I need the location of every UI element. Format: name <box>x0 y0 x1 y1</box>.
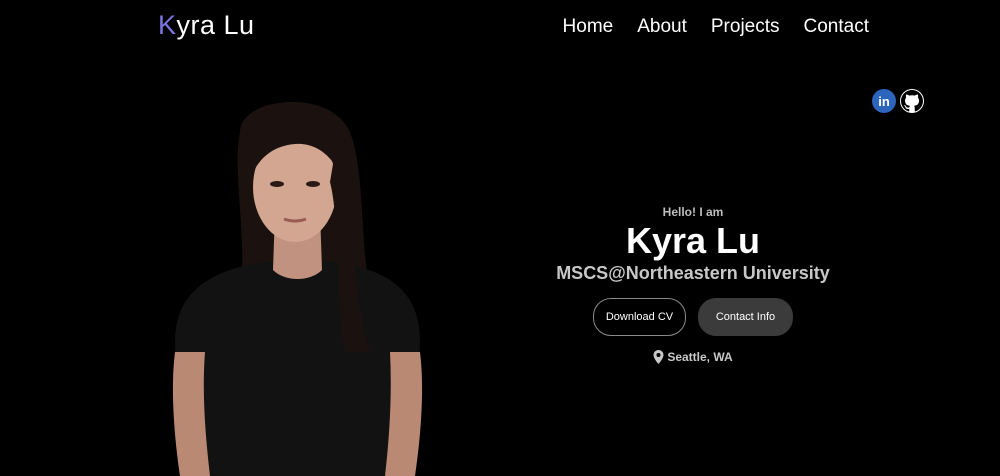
profile-photo <box>172 101 423 476</box>
download-cv-button[interactable]: Download CV <box>593 298 686 336</box>
hero-name: Kyra Lu <box>625 220 761 261</box>
site-logo[interactable]: Kyra Lu <box>158 10 255 41</box>
location-text: Seattle, WA <box>667 350 733 364</box>
github-icon[interactable] <box>900 89 924 113</box>
linkedin-glyph: in <box>878 93 890 109</box>
nav-link-home[interactable]: Home <box>563 16 614 38</box>
nav-links: Home About Projects Contact <box>563 16 869 38</box>
nav-link-projects[interactable]: Projects <box>711 16 780 38</box>
social-links: in <box>872 89 924 113</box>
contact-info-button[interactable]: Contact Info <box>698 298 793 336</box>
location: Seattle, WA <box>540 350 846 364</box>
hero-subtitle: MSCS@Northeastern University <box>556 263 830 283</box>
logo-initial: K <box>158 10 177 40</box>
top-nav: Kyra Lu Home About Projects Contact <box>0 0 1000 56</box>
github-logo <box>901 90 923 112</box>
greeting-text: Hello! I am <box>662 205 724 219</box>
logo-text: yra Lu <box>176 10 255 40</box>
linkedin-icon[interactable]: in <box>872 89 896 113</box>
map-pin-icon <box>653 350 664 364</box>
nav-link-about[interactable]: About <box>637 16 687 38</box>
hero-buttons: Download CV Contact Info <box>540 298 846 336</box>
hero-section: Hello! I am Kyra Lu MSCS@Northeastern Un… <box>540 205 846 364</box>
nav-link-contact[interactable]: Contact <box>804 16 869 38</box>
